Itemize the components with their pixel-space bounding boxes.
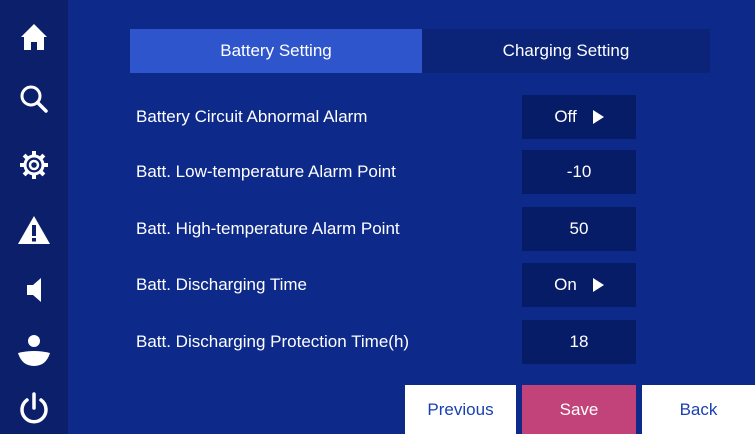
setting-value-discharging-time[interactable]: On — [522, 263, 636, 307]
right-arrow-icon — [592, 278, 604, 292]
tab-charging-setting[interactable]: Charging Setting — [422, 29, 710, 73]
sidebar — [0, 0, 68, 434]
power-icon[interactable] — [0, 384, 68, 434]
user-icon[interactable] — [0, 325, 68, 375]
setting-value-circuit-alarm[interactable]: Off — [522, 95, 636, 139]
setting-value-text: Off — [554, 107, 577, 126]
tab-bar: Battery Setting Charging Setting — [130, 29, 710, 73]
setting-value-text: 18 — [569, 332, 589, 351]
setting-value-text: On — [554, 275, 577, 294]
previous-button[interactable]: Previous — [405, 385, 516, 434]
gear-icon[interactable] — [0, 140, 68, 190]
setting-label-protection-time: Batt. Discharging Protection Time(h) — [136, 332, 410, 351]
home-icon[interactable] — [0, 12, 68, 62]
search-icon[interactable] — [0, 74, 68, 124]
setting-label-high-temp: Batt. High-temperature Alarm Point — [136, 219, 400, 238]
setting-label-circuit-alarm: Battery Circuit Abnormal Alarm — [136, 107, 368, 126]
setting-value-text: -10 — [566, 162, 592, 181]
setting-value-high-temp[interactable]: 50 — [522, 207, 636, 251]
screen: Battery Setting Charging Setting Battery… — [0, 0, 755, 434]
right-arrow-icon — [592, 110, 604, 124]
setting-value-text: 50 — [569, 219, 589, 238]
setting-value-low-temp[interactable]: -10 — [522, 150, 636, 194]
setting-label-low-temp: Batt. Low-temperature Alarm Point — [136, 162, 396, 181]
save-button[interactable]: Save — [522, 385, 636, 434]
tab-battery-setting[interactable]: Battery Setting — [130, 29, 422, 73]
back-button[interactable]: Back — [642, 385, 755, 434]
warning-icon[interactable] — [0, 205, 68, 255]
speaker-icon[interactable] — [0, 265, 68, 315]
setting-label-discharging-time: Batt. Discharging Time — [136, 275, 308, 294]
setting-value-protection-time[interactable]: 18 — [522, 320, 636, 364]
